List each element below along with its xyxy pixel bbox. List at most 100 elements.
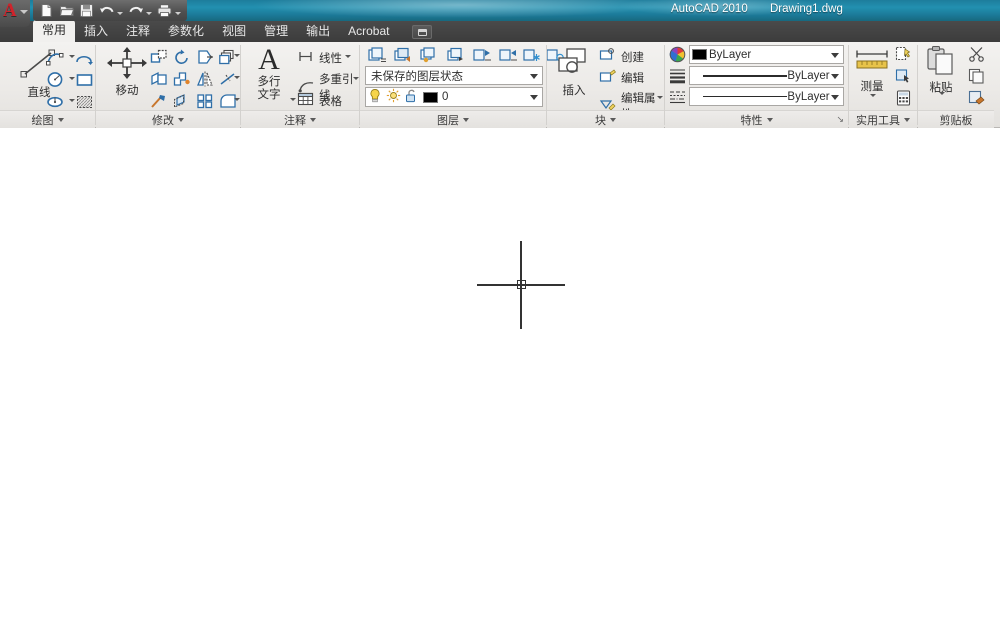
match-properties-button[interactable] [965,88,987,108]
scale-button[interactable] [171,68,193,89]
document-title: Drawing1.dwg [770,3,843,15]
offset-button[interactable] [171,90,193,111]
multiline-text-label-1: 多行 [257,76,281,88]
layer-properties-button[interactable] [365,45,389,65]
panel-clipboard: 粘贴 剪贴板 [918,42,994,128]
tab-output[interactable]: 输出 [297,21,339,42]
object-color-combo[interactable]: ByLayer [689,45,844,64]
paste-dropdown-caret[interactable] [939,92,945,95]
quick-access-toolbar[interactable] [33,0,187,21]
quick-select-button[interactable] [893,44,914,64]
panel-draw-title: 绘图 [31,114,54,127]
rectangle-button[interactable] [73,69,95,90]
minimize-ribbon-button[interactable] [412,25,433,39]
undo-icon[interactable] [97,1,116,20]
ellipse-button[interactable] [44,91,66,112]
properties-dialog-launcher[interactable]: ↘ [836,114,844,125]
paste-button[interactable]: 粘贴 [920,45,962,95]
linear-dimension-dropdown-caret[interactable] [345,55,351,58]
edit-block-button[interactable]: 编辑 [599,69,644,86]
linewidth-value: ByLayer [787,69,830,82]
panel-block-label[interactable]: 块 [547,110,664,128]
arc-button[interactable] [44,47,66,68]
drawing-canvas[interactable]: Baidu 经验 jingyan.baidu.com [0,129,1000,641]
stretch-button[interactable] [148,68,170,89]
layer-name-combo[interactable]: 0 [365,87,543,107]
lineweight-icon[interactable] [669,67,686,89]
insert-block-button[interactable]: 插入 [551,46,597,98]
multiline-text-button[interactable]: A 多行 文字 [245,44,293,102]
linear-dimension-button[interactable]: 线性 [297,49,342,66]
title-bar-sheen [250,0,670,18]
linewidth-combo[interactable]: ByLayer [689,66,844,85]
redo-dropdown-caret[interactable] [146,12,152,15]
multiline-text-dropdown-caret[interactable] [290,98,296,101]
new-file-icon[interactable] [37,1,56,20]
table-button[interactable]: 表格 [297,92,342,109]
layer-name-value: 0 [442,91,449,103]
layer-isolate-button[interactable] [470,45,494,65]
layer-unlock-icon[interactable] [405,88,419,106]
table-label: 表格 [319,95,342,108]
panel-annotation-label[interactable]: 注释 [241,110,359,128]
move-button-label: 移动 [115,85,139,97]
select-all-button[interactable] [893,66,914,86]
calculator-button[interactable] [893,88,914,108]
undo-dropdown-caret[interactable] [117,12,123,15]
qat-customize-caret[interactable] [175,12,181,15]
tab-manage[interactable]: 管理 [255,21,297,42]
layer-make-current-button[interactable] [391,45,415,65]
save-file-icon[interactable] [77,1,96,20]
tab-view[interactable]: 视图 [213,21,255,42]
layer-freeze-sun-icon[interactable] [386,88,401,106]
tab-home[interactable]: 常用 [33,20,76,42]
object-color-swatch [692,49,707,60]
create-block-button[interactable]: 创建 [599,48,644,65]
move-button[interactable]: 移动 [102,46,152,98]
application-menu-button[interactable]: A [0,0,30,27]
chevron-down-icon [904,117,910,122]
color-wheel-icon[interactable] [669,46,686,68]
cut-button[interactable] [965,44,987,64]
tab-insert[interactable]: 插入 [75,21,117,42]
layer-match-button[interactable] [417,45,441,65]
rotate-button[interactable] [171,46,193,67]
create-block-icon [599,48,616,65]
panel-draw-label[interactable]: 绘图 [0,110,95,128]
panel-clipboard-label[interactable]: 剪贴板 [918,110,994,128]
panel-utilities-title: 实用工具 [856,114,900,127]
panel-modify-label[interactable]: 修改 [96,110,240,128]
copy-button[interactable] [148,46,170,67]
linetype-combo[interactable]: ByLayer [689,87,844,106]
layer-unisolate-button[interactable] [496,45,520,65]
measure-dropdown-caret[interactable] [870,94,876,97]
edit-attribute-dropdown-caret[interactable] [657,96,663,99]
linetype-icon[interactable] [669,89,686,111]
tab-parametric[interactable]: 参数化 [159,21,213,42]
text-a-icon: A [258,43,280,76]
plot-icon[interactable] [155,1,174,20]
measure-button[interactable]: 测量 [851,48,893,97]
block-array-button[interactable] [194,90,216,111]
trim-button[interactable] [194,46,216,67]
layer-previous-button[interactable] [443,45,467,65]
redo-icon[interactable] [126,1,145,20]
copy-clip-button[interactable] [965,66,987,86]
layer-on-bulb-icon[interactable] [368,88,382,106]
open-file-icon[interactable] [57,1,76,20]
hatch-button[interactable] [73,91,95,112]
polyline-button[interactable] [73,47,95,68]
panel-annotation: A 多行 文字 线性 多重引线 表格 注释 [241,42,359,128]
paste-icon [924,45,958,82]
explode-button[interactable] [148,90,170,111]
circle-button[interactable] [44,69,66,90]
layer-state-combo[interactable]: 未保存的图层状态 [365,66,543,85]
mirror-button[interactable] [194,68,216,89]
layer-freeze-button[interactable] [521,45,542,65]
panel-layer-label[interactable]: 图层 [360,110,546,128]
panel-properties-label[interactable]: 特性 ↘ [665,110,848,128]
panel-utilities-label[interactable]: 实用工具 [849,110,917,128]
tab-acrobat[interactable]: Acrobat [339,21,398,42]
chevron-down-icon [178,117,184,122]
tab-annotate[interactable]: 注释 [117,21,159,42]
